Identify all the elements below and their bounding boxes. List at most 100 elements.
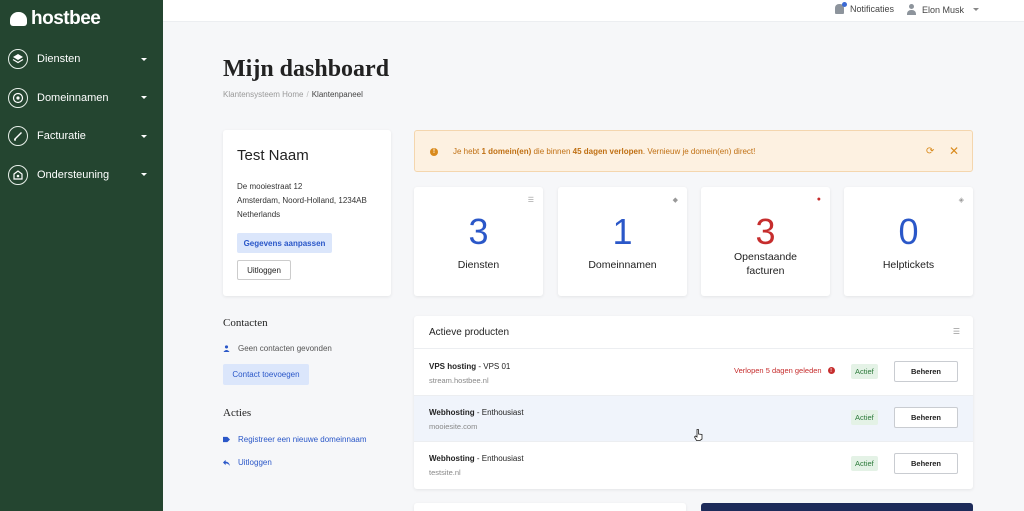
stat-card-helptickets[interactable]: ◈ 0 Helptickets [844,187,973,296]
sidebar: hostbee Diensten Domeinnamen Facturatie [0,0,163,511]
logout-link-label: Uitloggen [238,458,272,467]
alert-days: 45 dagen verlopen [572,147,643,156]
main-content: Notificaties Elon Musk Mijn dashboard Kl… [163,0,1024,511]
product-plan: - VPS 01 [476,362,511,371]
alert-circle-icon: ! [827,367,835,374]
caret-down-icon [973,8,980,11]
user-name: Elon Musk [922,4,965,15]
list-icon: ☰ [952,327,960,336]
contacts-empty-text: Geen contacten gevonden [238,344,332,353]
stack-icon [8,49,28,70]
logo[interactable]: hostbee [10,8,101,30]
globe-icon [8,87,28,108]
product-row[interactable]: Webhosting - Enthousiast testsite.nl Act… [414,442,973,488]
contacts-empty: Geen contacten gevonden [223,344,332,353]
profile-name: Test Naam [237,147,309,164]
add-contact-button[interactable]: Contact toevoegen [223,364,309,385]
sidebar-item-label: Diensten [37,53,81,66]
alert-count: 1 domein(en) [481,147,532,156]
breadcrumb-current: Klantenpaneel [311,90,363,99]
user-icon [223,345,230,352]
product-row[interactable]: VPS hosting - VPS 01 stream.hostbee.nl V… [414,350,973,396]
notifications-label: Notificaties [850,4,895,14]
stat-label: Helptickets [882,259,935,271]
expired-notice: Verlopen 5 dagen geleden ! [734,366,835,375]
stat-card-facturen[interactable]: ● 3 Openstaande facturen [701,187,830,296]
product-domain: mooiesite.com [429,422,478,431]
stat-card-domeinnamen[interactable]: ◆ 1 Domeinnamen [558,187,687,296]
stat-label: Domeinnamen [588,259,657,271]
active-products-card: Actieve producten ☰ VPS hosting - VPS 01… [414,316,973,489]
tag-icon [223,436,230,443]
stat-value: 1 [612,211,633,252]
expired-text: Verlopen 5 dagen geleden [734,366,822,375]
address-line: Netherlands [237,210,281,219]
user-menu[interactable]: Elon Musk [906,4,980,15]
stat-value: 3 [755,211,776,252]
ticket-icon: ◈ [958,197,964,204]
refresh-icon[interactable]: ⟳ [926,146,934,157]
register-domain-link[interactable]: Registreer een nieuwe domeinnaam [223,435,367,444]
edit-profile-button[interactable]: Gegevens aanpassen [237,233,332,253]
sidebar-item-diensten[interactable]: Diensten [0,40,163,79]
manage-button[interactable]: Beheren [894,361,958,382]
reply-icon [223,459,230,466]
stat-value: 0 [898,211,919,252]
product-name: Webhosting - Enthousiast [429,408,524,417]
register-domain-label: Registreer een nieuwe domeinnaam [238,435,367,444]
profile-card: Test Naam De mooiestraat 12 Amsterdam, N… [223,130,391,296]
stat-label: Diensten [457,259,500,271]
stat-value: 3 [468,211,489,252]
product-plan: - Enthousiast [474,454,524,463]
manage-button[interactable]: Beheren [894,407,958,428]
product-name: VPS hosting - VPS 01 [429,362,510,371]
manage-button[interactable]: Beheren [894,453,958,474]
address-line: De mooiestraat 12 [237,182,303,191]
product-domain: stream.hostbee.nl [429,376,489,385]
notification-dot [842,2,847,7]
alert-suffix: . Vernieuw je domein(en) direct! [642,147,756,156]
hand-cursor-icon [694,429,703,441]
breadcrumb: Klantensysteem Home / Klantenpaneel [223,90,363,99]
sidebar-item-label: Ondersteuning [37,168,110,181]
logout-button[interactable]: Uitloggen [237,260,291,280]
bell-icon [835,2,847,14]
support-icon [8,164,28,185]
products-header: Actieve producten ☰ [414,316,973,349]
alert-prefix: Je hebt [453,147,482,156]
notifications-button[interactable]: Notificaties [835,2,895,14]
user-icon [906,4,917,15]
invoice-icon [8,126,28,147]
actions-title: Acties [223,407,252,419]
status-badge: Actief [851,410,878,425]
sidebar-item-label: Facturatie [37,130,86,143]
caret-down-icon [141,57,147,61]
products-title: Actieve producten [429,327,510,338]
breadcrumb-home[interactable]: Klantensysteem Home [223,90,303,99]
stat-card-diensten[interactable]: ☰ 3 Diensten [414,187,543,296]
caret-down-icon [141,173,147,177]
sidebar-item-domeinnamen[interactable]: Domeinnamen [0,79,163,118]
sidebar-item-ondersteuning[interactable]: Ondersteuning [0,156,163,195]
domain-expiry-alert: ! Je hebt 1 domein(en) die binnen 45 dag… [414,130,973,172]
sidebar-item-label: Domeinnamen [37,91,109,104]
close-icon[interactable]: ✕ [949,144,959,158]
logout-link[interactable]: Uitloggen [223,458,272,467]
contacts-title: Contacten [223,317,268,329]
product-domain: testsite.nl [429,468,461,477]
product-plan: - Enthousiast [474,408,524,417]
product-name: Webhosting - Enthousiast [429,454,524,463]
alert-middle: die binnen [531,147,573,156]
product-type: Webhosting [429,408,475,417]
cloud-logo-icon [10,12,27,26]
stat-label-2: facturen [746,265,785,277]
logo-text: hostbee [31,8,101,29]
product-type: VPS hosting [429,362,477,371]
sidebar-nav: Diensten Domeinnamen Facturatie Onderste… [0,40,163,194]
breadcrumb-separator: / [306,90,309,99]
page-title: Mijn dashboard [223,56,390,82]
stat-label: Openstaande [733,251,798,263]
topbar: Notificaties Elon Musk [163,0,1024,22]
tag-icon: ◆ [672,197,678,204]
sidebar-item-facturatie[interactable]: Facturatie [0,117,163,156]
